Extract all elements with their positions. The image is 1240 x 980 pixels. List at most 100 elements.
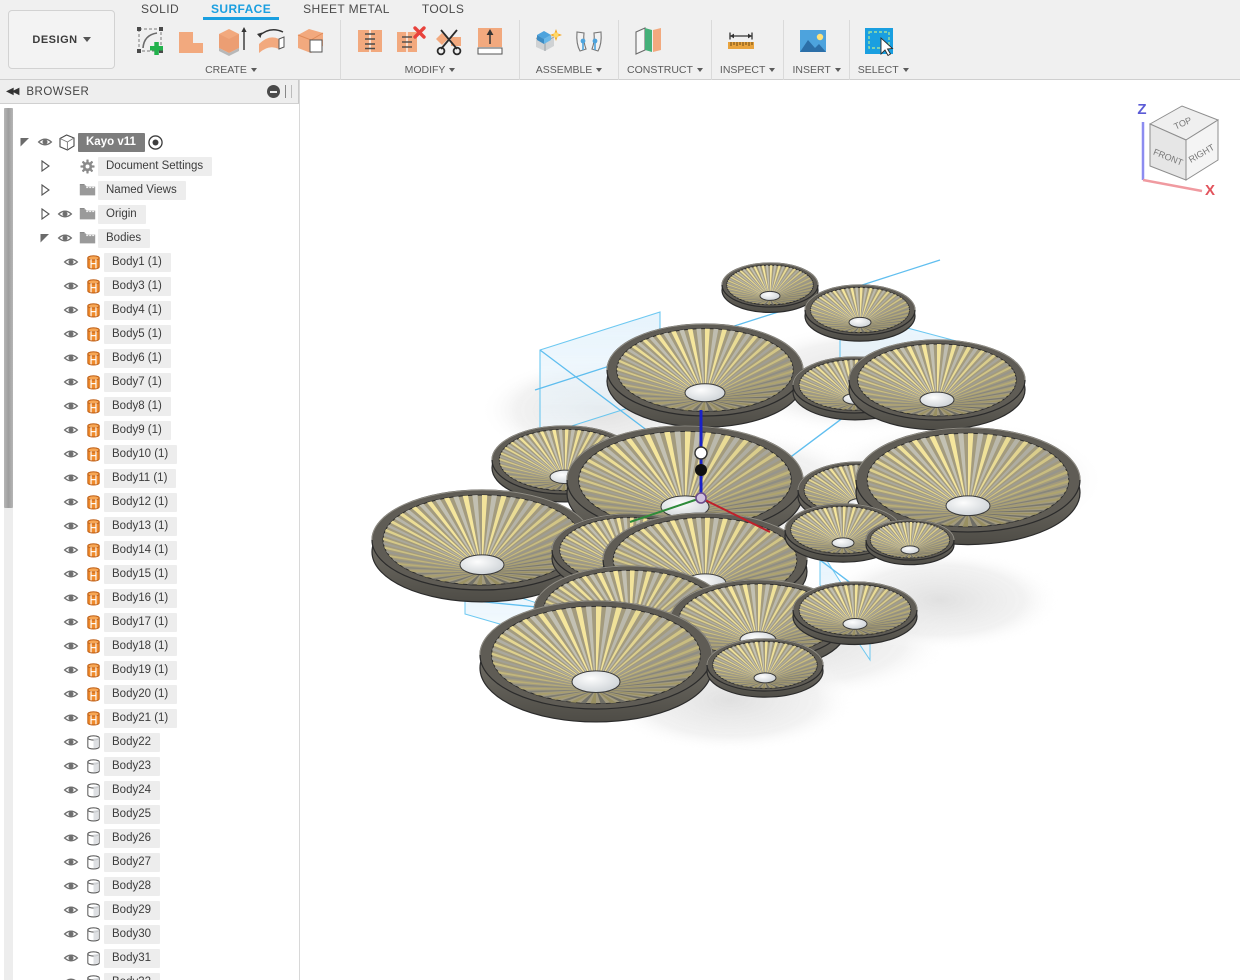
- eye-icon[interactable]: [60, 970, 82, 980]
- tree-body-item[interactable]: Body17 (1): [16, 610, 300, 634]
- measure-icon[interactable]: [724, 24, 758, 58]
- tree-body-item[interactable]: Body15 (1): [16, 562, 300, 586]
- tree-body-item[interactable]: Body8 (1): [16, 394, 300, 418]
- expand-toggle-icon[interactable]: [36, 226, 54, 250]
- design-workspace-button[interactable]: DESIGN: [8, 10, 115, 69]
- new-component-icon[interactable]: [532, 24, 566, 58]
- eye-icon[interactable]: [34, 130, 56, 154]
- tree-body-item[interactable]: Body14 (1): [16, 538, 300, 562]
- tree-body-item[interactable]: Body7 (1): [16, 370, 300, 394]
- view-cube[interactable]: Z X TOP FRONT RIGHT: [1120, 92, 1232, 197]
- tree-body-item[interactable]: Body21 (1): [16, 706, 300, 730]
- eye-icon[interactable]: [60, 874, 82, 898]
- trim-icon[interactable]: [353, 24, 387, 58]
- split-face-icon[interactable]: [433, 24, 467, 58]
- tree-body-item[interactable]: Body18 (1): [16, 634, 300, 658]
- tree-body-item[interactable]: Body1 (1): [16, 250, 300, 274]
- tree-body-item[interactable]: Body13 (1): [16, 514, 300, 538]
- eye-icon[interactable]: [60, 490, 82, 514]
- create-sketch-icon[interactable]: [134, 24, 168, 58]
- tree-body-item[interactable]: Body25: [16, 802, 300, 826]
- eye-icon[interactable]: [60, 418, 82, 442]
- delete-face-icon[interactable]: [393, 24, 427, 58]
- extrude-icon[interactable]: [214, 24, 248, 58]
- collapse-left-icon[interactable]: ◀◀: [6, 86, 19, 97]
- minus-circle-icon[interactable]: [267, 85, 280, 98]
- insert-image-icon[interactable]: [796, 24, 830, 58]
- chevron-down-icon[interactable]: [769, 68, 776, 72]
- joint-icon[interactable]: [572, 24, 606, 58]
- tree-body-item[interactable]: Body20 (1): [16, 682, 300, 706]
- tree-body-item[interactable]: Body10 (1): [16, 442, 300, 466]
- eye-icon[interactable]: [54, 202, 76, 226]
- box-surface-icon[interactable]: [294, 24, 328, 58]
- expand-toggle-icon[interactable]: [36, 178, 54, 202]
- tree-body-item[interactable]: Body28: [16, 874, 300, 898]
- eye-icon[interactable]: [60, 730, 82, 754]
- eye-icon[interactable]: [60, 298, 82, 322]
- eye-icon[interactable]: [60, 658, 82, 682]
- chevron-down-icon[interactable]: [449, 68, 456, 72]
- chevron-down-icon[interactable]: [250, 68, 257, 72]
- tree-body-item[interactable]: Body5 (1): [16, 322, 300, 346]
- eye-icon[interactable]: [60, 946, 82, 970]
- eye-icon[interactable]: [60, 274, 82, 298]
- tree-body-item[interactable]: Body24: [16, 778, 300, 802]
- eye-icon[interactable]: [60, 634, 82, 658]
- tree-node-named-views[interactable]: Named Views: [16, 178, 300, 202]
- offset-plane-icon[interactable]: [631, 24, 665, 58]
- tree-node-bodies[interactable]: Bodies: [16, 226, 300, 250]
- chevron-down-icon[interactable]: [596, 68, 603, 72]
- eye-icon[interactable]: [60, 466, 82, 490]
- eye-icon[interactable]: [60, 802, 82, 826]
- revolve-icon[interactable]: [254, 24, 288, 58]
- tree-body-item[interactable]: Body3 (1): [16, 274, 300, 298]
- eye-icon[interactable]: [60, 394, 82, 418]
- patch-surface-icon[interactable]: [174, 24, 208, 58]
- select-window-icon[interactable]: [862, 24, 896, 58]
- eye-icon[interactable]: [60, 706, 82, 730]
- tab-tools[interactable]: TOOLS: [406, 0, 480, 20]
- eye-icon[interactable]: [60, 514, 82, 538]
- tree-root-component[interactable]: Kayo v11: [16, 130, 300, 154]
- eye-icon[interactable]: [60, 898, 82, 922]
- tab-sheet-metal[interactable]: SHEET METAL: [287, 0, 406, 20]
- eye-icon[interactable]: [60, 346, 82, 370]
- eye-icon[interactable]: [60, 826, 82, 850]
- tree-body-item[interactable]: Body29: [16, 898, 300, 922]
- expand-toggle-icon[interactable]: [16, 130, 34, 154]
- tree-body-item[interactable]: Body27: [16, 850, 300, 874]
- tab-surface[interactable]: SURFACE: [195, 0, 287, 20]
- chevron-down-icon[interactable]: [696, 68, 703, 72]
- eye-icon[interactable]: [60, 610, 82, 634]
- eye-icon[interactable]: [60, 922, 82, 946]
- eye-icon[interactable]: [60, 586, 82, 610]
- eye-icon[interactable]: [60, 778, 82, 802]
- tab-solid[interactable]: SOLID: [125, 0, 195, 20]
- eye-icon[interactable]: [60, 442, 82, 466]
- tree-body-item[interactable]: Body30: [16, 922, 300, 946]
- eye-icon[interactable]: [54, 226, 76, 250]
- tree-body-item[interactable]: Body11 (1): [16, 466, 300, 490]
- tree-body-item[interactable]: Body6 (1): [16, 346, 300, 370]
- tree-body-item[interactable]: Body22: [16, 730, 300, 754]
- eye-icon[interactable]: [60, 370, 82, 394]
- tree-body-item[interactable]: Body31: [16, 946, 300, 970]
- expand-toggle-icon[interactable]: [36, 202, 54, 226]
- thicken-icon[interactable]: [473, 24, 507, 58]
- tree-body-item[interactable]: Body26: [16, 826, 300, 850]
- eye-icon[interactable]: [60, 850, 82, 874]
- tree-body-item[interactable]: Body23: [16, 754, 300, 778]
- chevron-down-icon[interactable]: [902, 68, 909, 72]
- tree-body-item[interactable]: Body16 (1): [16, 586, 300, 610]
- eye-icon[interactable]: [60, 754, 82, 778]
- tree-body-item[interactable]: Body32: [16, 970, 300, 980]
- tree-body-item[interactable]: Body4 (1): [16, 298, 300, 322]
- eye-icon[interactable]: [60, 562, 82, 586]
- view-cube-faces[interactable]: TOP FRONT RIGHT: [1148, 105, 1220, 181]
- eye-icon[interactable]: [60, 322, 82, 346]
- resize-grip-icon[interactable]: [285, 85, 292, 98]
- tree-body-item[interactable]: Body12 (1): [16, 490, 300, 514]
- 3d-viewport[interactable]: Z X TOP FRONT RIGHT: [300, 80, 1240, 980]
- radio-target-icon[interactable]: [145, 130, 167, 154]
